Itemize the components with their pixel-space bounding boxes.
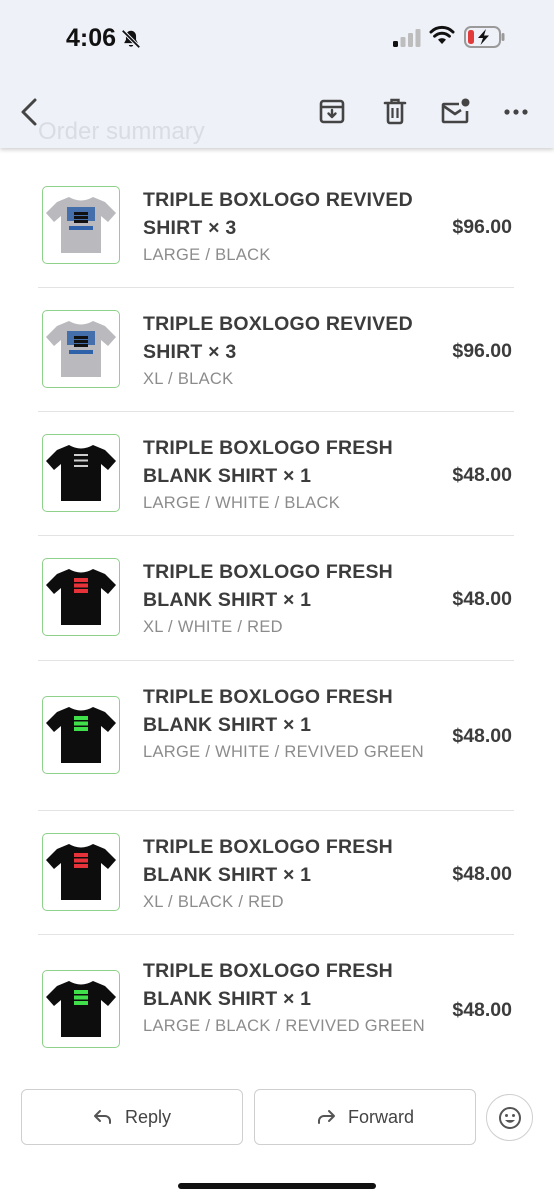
product-price: $48.00 xyxy=(452,464,512,486)
reply-arrow-icon xyxy=(93,1110,111,1124)
order-item: TRIPLE BOXLOGO FRESH BLANK SHIRT × 1 LARG… xyxy=(38,661,514,811)
reply-button[interactable]: Reply xyxy=(21,1089,243,1145)
shirt-image xyxy=(46,445,116,501)
product-thumbnail[interactable] xyxy=(42,970,120,1048)
shirt-image xyxy=(46,321,116,377)
mark-unread-icon[interactable] xyxy=(440,96,472,131)
product-info: TRIPLE BOXLOGO REVIVED SHIRT × 3 XL / BLA… xyxy=(143,310,428,392)
product-info: TRIPLE BOXLOGO FRESH BLANK SHIRT × 1 LARG… xyxy=(143,683,428,765)
order-item: TRIPLE BOXLOGO FRESH BLANK SHIRT × 1 XL /… xyxy=(38,811,514,935)
shirt-image xyxy=(46,569,116,625)
product-title: TRIPLE BOXLOGO FRESH BLANK SHIRT × 1 xyxy=(143,437,393,487)
order-item: TRIPLE BOXLOGO FRESH BLANK SHIRT × 1 XL /… xyxy=(38,536,514,661)
more-options-icon[interactable] xyxy=(503,100,529,129)
product-thumbnail[interactable] xyxy=(42,186,120,264)
product-info: TRIPLE BOXLOGO FRESH BLANK SHIRT × 1 LARG… xyxy=(143,434,428,516)
home-indicator xyxy=(178,1183,376,1189)
product-thumbnail[interactable] xyxy=(42,434,120,512)
shirt-image xyxy=(46,844,116,900)
product-price: $96.00 xyxy=(452,216,512,238)
forward-arrow-icon xyxy=(317,1110,335,1124)
silent-mode-icon xyxy=(120,28,142,55)
product-price: $48.00 xyxy=(452,588,512,610)
shirt-image xyxy=(46,197,116,253)
product-info: TRIPLE BOXLOGO FRESH BLANK SHIRT × 1 XL /… xyxy=(143,558,428,640)
reply-actions-bar: Reply Forward xyxy=(0,1089,554,1145)
top-bar: 4:06 Order summary xyxy=(0,0,554,148)
forward-button[interactable]: Forward xyxy=(254,1089,476,1145)
battery-charging-icon xyxy=(464,26,506,53)
product-thumbnail[interactable] xyxy=(42,310,120,388)
product-title: TRIPLE BOXLOGO REVIVED SHIRT × 3 xyxy=(143,313,413,363)
order-item: TRIPLE BOXLOGO FRESH BLANK SHIRT × 1 LARG… xyxy=(38,935,514,1065)
cellular-signal-icon xyxy=(393,29,421,52)
forward-label: Forward xyxy=(347,1106,414,1127)
shirt-image xyxy=(46,707,116,763)
emoji-reaction-button[interactable] xyxy=(486,1094,533,1141)
shirt-image xyxy=(46,981,116,1037)
product-price: $96.00 xyxy=(452,340,512,362)
faded-email-title: Order summary xyxy=(38,118,205,145)
back-arrow-icon[interactable] xyxy=(16,96,42,133)
product-variant: LARGE / WHITE / REVIVED GREEN xyxy=(143,743,424,761)
product-title: TRIPLE BOXLOGO FRESH BLANK SHIRT × 1 xyxy=(143,960,393,1010)
product-thumbnail[interactable] xyxy=(42,833,120,911)
order-item: TRIPLE BOXLOGO FRESH BLANK SHIRT × 1 LARG… xyxy=(38,412,514,536)
product-price: $48.00 xyxy=(452,725,512,747)
product-title: TRIPLE BOXLOGO FRESH BLANK SHIRT × 1 xyxy=(143,686,393,736)
order-item: TRIPLE BOXLOGO REVIVED SHIRT × 3 LARGE / … xyxy=(38,164,514,288)
order-item: TRIPLE BOXLOGO REVIVED SHIRT × 3 XL / BLA… xyxy=(38,288,514,412)
status-time: 4:06 xyxy=(66,24,117,52)
product-variant: LARGE / BLACK xyxy=(143,246,271,264)
smiley-icon xyxy=(498,1106,521,1129)
product-title: TRIPLE BOXLOGO FRESH BLANK SHIRT × 1 xyxy=(143,836,393,886)
product-title: TRIPLE BOXLOGO REVIVED SHIRT × 3 xyxy=(143,189,413,239)
trash-icon[interactable] xyxy=(382,96,408,131)
product-variant: XL / BLACK / RED xyxy=(143,893,284,911)
product-info: TRIPLE BOXLOGO FRESH BLANK SHIRT × 1 LARG… xyxy=(143,957,428,1039)
wifi-icon xyxy=(429,25,455,50)
archive-icon[interactable] xyxy=(318,96,346,131)
product-thumbnail[interactable] xyxy=(42,696,120,774)
product-info: TRIPLE BOXLOGO FRESH BLANK SHIRT × 1 XL /… xyxy=(143,833,428,915)
reply-label: Reply xyxy=(124,1106,172,1127)
product-variant: LARGE / WHITE / BLACK xyxy=(143,494,341,512)
order-items-list: TRIPLE BOXLOGO REVIVED SHIRT × 3 LARGE / … xyxy=(38,164,514,1065)
product-variant: XL / BLACK xyxy=(143,370,234,388)
product-thumbnail[interactable] xyxy=(42,558,120,636)
product-variant: XL / WHITE / RED xyxy=(143,618,283,636)
product-info: TRIPLE BOXLOGO REVIVED SHIRT × 3 LARGE / … xyxy=(143,186,428,268)
product-variant: LARGE / BLACK / REVIVED GREEN xyxy=(143,1017,425,1035)
product-price: $48.00 xyxy=(452,863,512,885)
product-title: TRIPLE BOXLOGO FRESH BLANK SHIRT × 1 xyxy=(143,561,393,611)
product-price: $48.00 xyxy=(452,999,512,1021)
